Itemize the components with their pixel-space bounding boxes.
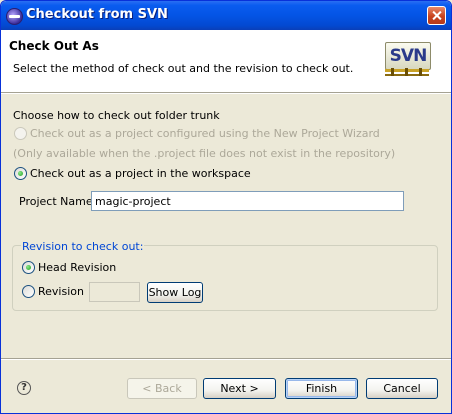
- wizard-radio: [14, 127, 27, 140]
- project-name-label: Project Name:: [19, 195, 97, 208]
- revision-group-title: Revision to check out:: [21, 240, 145, 253]
- show-log-button[interactable]: Show Log: [147, 282, 203, 303]
- svn-logo: SVN: [383, 38, 433, 80]
- revision-group: [12, 245, 438, 311]
- wizard-banner: Check Out As Select the method of check …: [1, 30, 451, 93]
- back-button[interactable]: < Back: [127, 378, 197, 399]
- wizard-note: (Only available when the .project file d…: [13, 147, 396, 160]
- finish-button[interactable]: Finish: [285, 378, 358, 399]
- head-revision-label[interactable]: Head Revision: [38, 261, 116, 274]
- window-title: Checkout from SVN: [26, 7, 168, 22]
- help-icon[interactable]: ?: [17, 381, 31, 395]
- method-heading: Choose how to check out folder trunk: [13, 109, 220, 122]
- workspace-radio[interactable]: [14, 167, 27, 180]
- eclipse-icon: [6, 8, 23, 25]
- workspace-option-label[interactable]: Check out as a project in the workspace: [30, 167, 251, 180]
- title-bar[interactable]: Checkout from SVN: [1, 1, 451, 30]
- next-button[interactable]: Next >: [203, 378, 276, 399]
- checkout-dialog: Checkout from SVN Check Out As Select th…: [0, 0, 452, 414]
- revision-label[interactable]: Revision: [38, 285, 84, 298]
- project-name-input[interactable]: [91, 191, 404, 211]
- head-revision-radio[interactable]: [22, 261, 35, 274]
- revision-radio[interactable]: [22, 285, 35, 298]
- page-title: Check Out As: [9, 39, 99, 53]
- wizard-option-label: Check out as a project configured using …: [30, 127, 380, 140]
- revision-number-input[interactable]: [89, 282, 140, 302]
- svn-logo-text: SVN: [385, 42, 431, 70]
- close-icon[interactable]: [427, 6, 446, 25]
- page-description: Select the method of check out and the r…: [13, 62, 354, 75]
- cancel-button[interactable]: Cancel: [366, 378, 438, 399]
